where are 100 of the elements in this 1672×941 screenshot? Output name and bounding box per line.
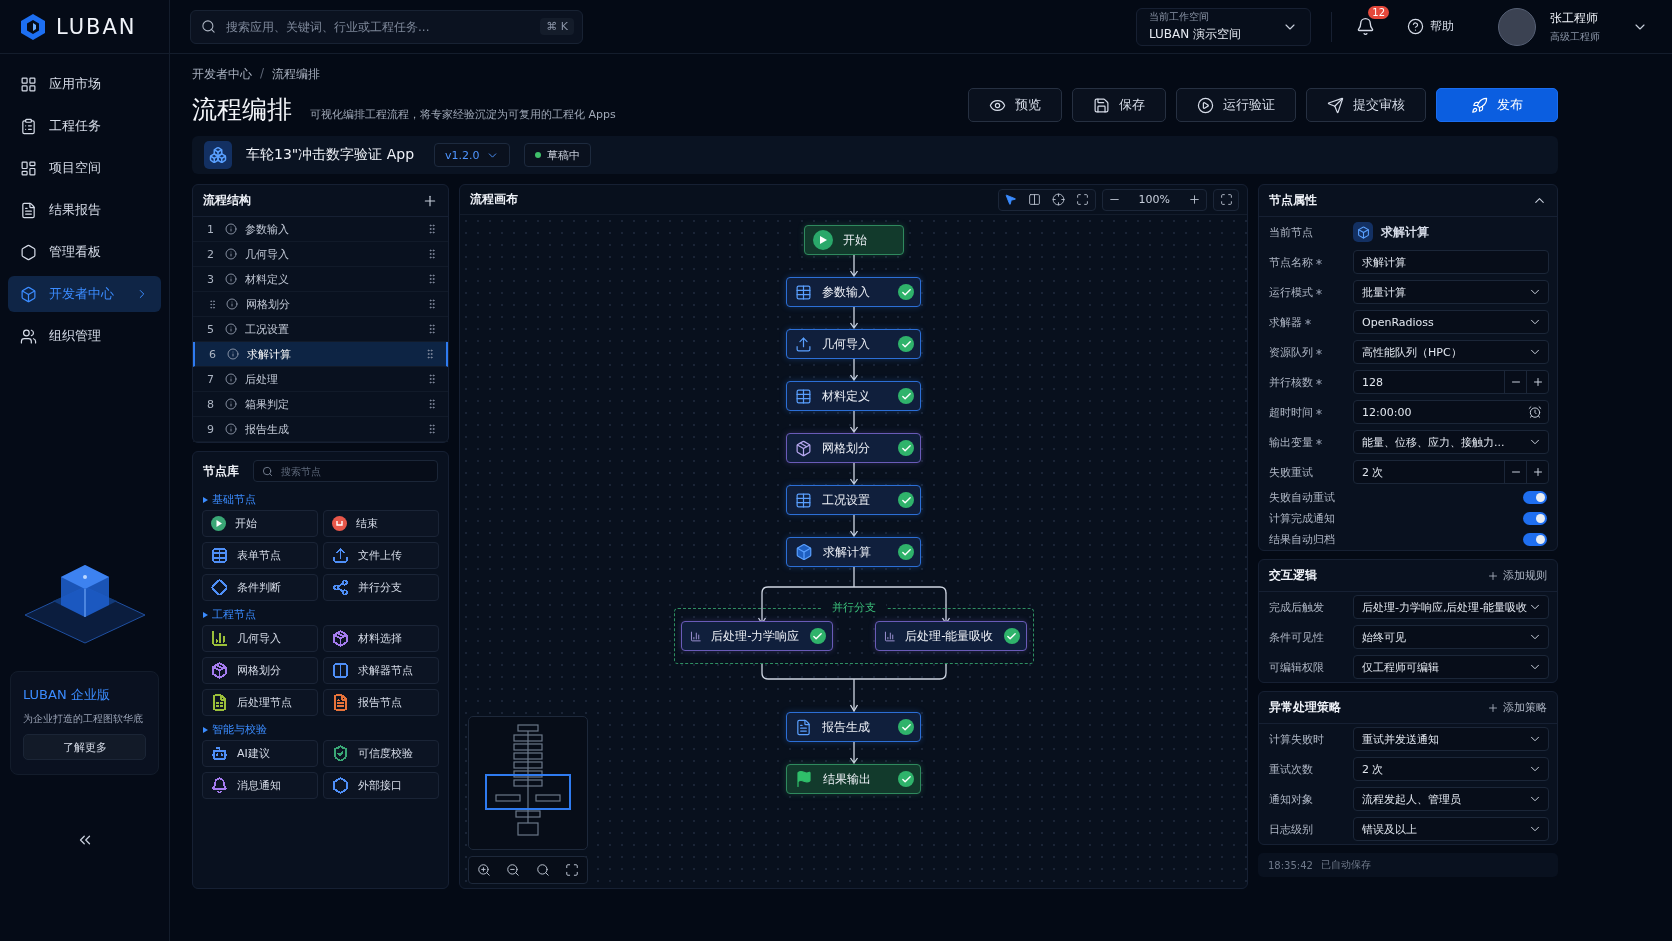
- search-field[interactable]: 搜索应用、关键词、行业或工程任务...: [224, 18, 533, 35]
- toggle-switch[interactable]: [1523, 491, 1547, 504]
- plus-icon: [1187, 193, 1201, 206]
- node-library-item[interactable]: 开始: [202, 510, 318, 537]
- minimap[interactable]: [468, 716, 588, 850]
- node-search-bar[interactable]: 搜索节点: [253, 460, 438, 482]
- breadcrumb-link[interactable]: 开发者中心: [192, 66, 252, 83]
- learn-more-button[interactable]: 了解更多: [23, 734, 146, 760]
- node-library-item[interactable]: 报告节点: [323, 689, 439, 716]
- field-label: 资源队列: [1269, 344, 1313, 360]
- toggle-switch[interactable]: [1523, 533, 1547, 546]
- select-field[interactable]: 仅工程师可编辑: [1353, 655, 1549, 679]
- select-field[interactable]: OpenRadioss: [1353, 310, 1549, 334]
- current-node-name: 求解计算: [1381, 223, 1429, 241]
- node-library-item[interactable]: 结束: [323, 510, 439, 537]
- flow-node[interactable]: 后处理-力学响应: [680, 621, 833, 651]
- select-field[interactable]: 批量计算: [1353, 280, 1549, 304]
- avatar[interactable]: [1498, 7, 1536, 46]
- pointer-icon: [1004, 193, 1018, 206]
- autosave-time: 18:35:42: [1268, 859, 1313, 871]
- select-field[interactable]: 流程发起人、管理员: [1353, 787, 1549, 811]
- node-search-field[interactable]: 搜索节点: [279, 464, 429, 478]
- node-library-item[interactable]: 几何导入: [202, 625, 318, 652]
- number-field[interactable]: 128: [1353, 370, 1549, 394]
- select-field[interactable]: 重试并发送通知: [1353, 727, 1549, 751]
- structure-item[interactable]: 网格划分: [193, 292, 448, 317]
- add-strategy-button[interactable]: 添加策略: [1487, 700, 1547, 715]
- cube-icon: [795, 439, 812, 457]
- nav-item[interactable]: 应用市场: [8, 66, 161, 102]
- node-library-item[interactable]: 可信度校验: [323, 740, 439, 767]
- node-library-item[interactable]: AI建议: [202, 740, 318, 767]
- field-label: 失败重试: [1269, 464, 1313, 480]
- structure-item[interactable]: 9 报告生成: [193, 417, 448, 442]
- time-field[interactable]: 12:00:00: [1353, 400, 1549, 424]
- action-button[interactable]: 保存: [1072, 88, 1166, 122]
- text-field[interactable]: 求解计算: [1353, 250, 1549, 274]
- table-icon: [795, 283, 812, 301]
- nav-item[interactable]: 组织管理: [8, 318, 161, 354]
- nav-item[interactable]: 工程任务: [8, 108, 161, 144]
- toggle-switch[interactable]: [1523, 512, 1547, 525]
- flow-node[interactable]: 后处理-能量吸收: [874, 621, 1027, 651]
- structure-item[interactable]: 7 后处理: [193, 367, 448, 392]
- number-field[interactable]: 2 次: [1353, 460, 1549, 484]
- action-button[interactable]: 提交审核: [1306, 88, 1426, 122]
- node-library-item[interactable]: 条件判断: [202, 574, 318, 601]
- node-library-item[interactable]: 网格划分: [202, 657, 318, 684]
- structure-item[interactable]: 8 箱果判定: [193, 392, 448, 417]
- section-title: 工程节点: [212, 607, 256, 622]
- branch-label: 并行分支: [821, 600, 886, 615]
- select-field[interactable]: 始终可见: [1353, 625, 1549, 649]
- structure-item[interactable]: 3 材料定义: [193, 267, 448, 292]
- select-field[interactable]: 能量、位移、应力、接触力...: [1353, 430, 1549, 454]
- structure-item[interactable]: 6 求解计算: [193, 342, 448, 367]
- structure-item[interactable]: 2 几何导入: [193, 242, 448, 267]
- action-button[interactable]: 发布: [1436, 88, 1558, 122]
- action-button[interactable]: 运行验证: [1176, 88, 1296, 122]
- flow-node[interactable]: 参数输入: [786, 277, 921, 307]
- node-library-item[interactable]: 表单节点: [202, 542, 318, 569]
- nav-item[interactable]: 开发者中心: [8, 276, 161, 312]
- select-field[interactable]: 错误及以上: [1353, 817, 1549, 841]
- help-button[interactable]: 帮助: [1401, 17, 1460, 36]
- workspace-select[interactable]: 当前工作空间 LUBAN 演示空间: [1136, 7, 1311, 46]
- structure-item[interactable]: 1 参数输入: [193, 217, 448, 242]
- cube-icon: [204, 141, 232, 169]
- dashboard-icon: [20, 159, 37, 177]
- node-library-item[interactable]: 消息通知: [202, 772, 318, 799]
- node-library-item[interactable]: 并行分支: [323, 574, 439, 601]
- node-library-item[interactable]: 后处理节点: [202, 689, 318, 716]
- select-field[interactable]: 高性能队列（HPC）: [1353, 340, 1549, 364]
- drag-handle-icon: [426, 248, 438, 260]
- flow-node[interactable]: 工况设置: [786, 485, 921, 515]
- breadcrumb-link[interactable]: 流程编排: [272, 66, 321, 83]
- flow-node[interactable]: 材料定义: [786, 381, 921, 411]
- flow-node[interactable]: 网格划分: [786, 433, 921, 463]
- flow-node[interactable]: 几何导入: [786, 329, 921, 359]
- field-label: 可编辑权限: [1269, 659, 1324, 675]
- select-field[interactable]: 后处理-力学响应,后处理-能量吸收: [1353, 595, 1549, 619]
- node-library-item[interactable]: 外部接口: [323, 772, 439, 799]
- start-node[interactable]: 开始: [803, 225, 904, 255]
- add-rule-button[interactable]: 添加规则: [1487, 568, 1547, 583]
- nav-item[interactable]: 项目空间: [8, 150, 161, 186]
- flow-node[interactable]: 报告生成: [786, 712, 921, 742]
- nav-item[interactable]: 结果报告: [8, 192, 161, 228]
- info-icon: [225, 223, 237, 235]
- select-field[interactable]: 2 次: [1353, 757, 1549, 781]
- version-select[interactable]: v1.2.0: [434, 143, 510, 167]
- zoom-in-icon: [476, 863, 491, 877]
- flow-node[interactable]: 求解计算: [786, 537, 921, 567]
- node-library-item[interactable]: 材料选择: [323, 625, 439, 652]
- node-library-item[interactable]: 文件上传: [323, 542, 439, 569]
- field-label: 求解器: [1269, 314, 1302, 330]
- field-label: 超时时间: [1269, 404, 1313, 420]
- panel-title: 流程结构: [203, 192, 251, 209]
- action-button[interactable]: 预览: [968, 88, 1062, 122]
- nav-item[interactable]: 管理看板: [8, 234, 161, 270]
- page-title: 流程编排: [192, 94, 292, 126]
- end-node[interactable]: 结果输出: [786, 764, 921, 794]
- search-bar[interactable]: 搜索应用、关键词、行业或工程任务... ⌘ K: [190, 9, 583, 44]
- field-label: 计算失败时: [1269, 731, 1324, 747]
- node-library-item[interactable]: 求解器节点: [323, 657, 439, 684]
